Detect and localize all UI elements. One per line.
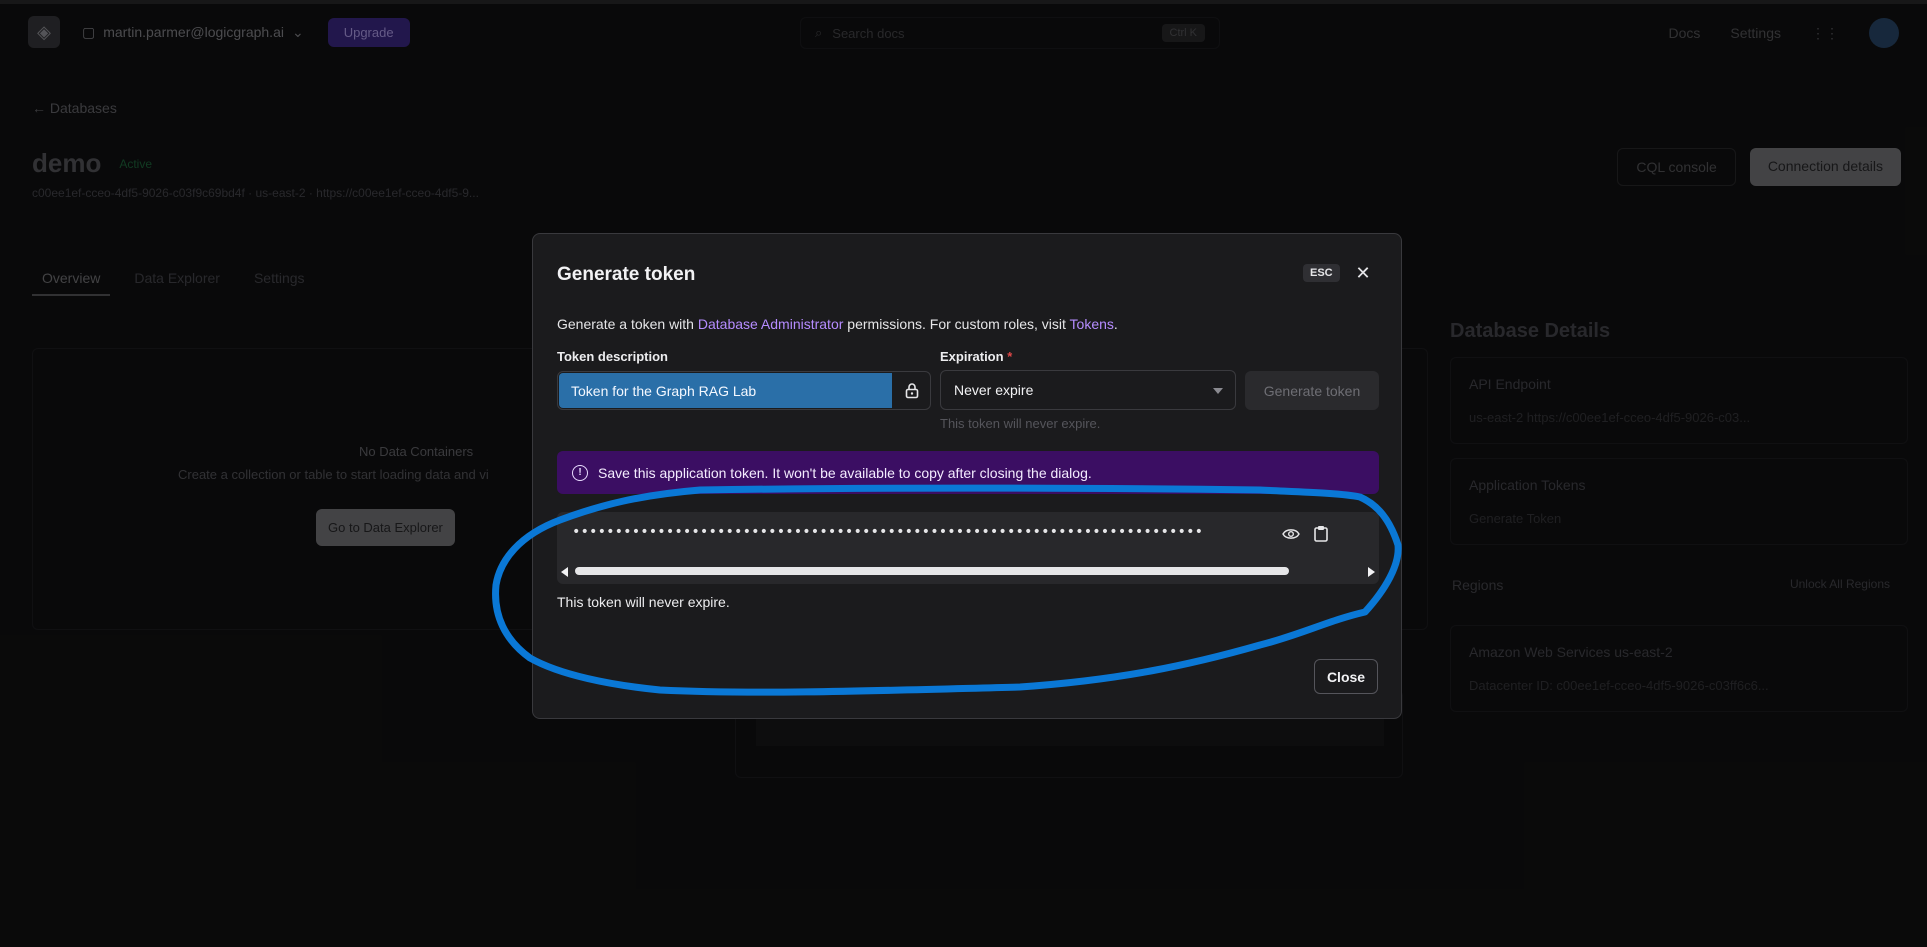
token-display: ••••••••••••••••••••••••••••••••••••••••… [557,512,1379,584]
eye-icon[interactable] [1282,528,1300,540]
scrollbar-thumb[interactable] [575,567,1289,575]
close-button[interactable]: Close [1314,659,1378,694]
token-description-input[interactable]: Token for the Graph RAG Lab [557,371,931,410]
expiration-label-text: Expiration [940,349,1004,364]
database-administrator-link[interactable]: Database Administrator [698,316,844,332]
desc-prefix: Generate a token with [557,316,698,332]
token-description-value[interactable]: Token for the Graph RAG Lab [559,373,892,408]
required-marker: * [1007,349,1013,364]
scroll-left-icon[interactable] [561,567,568,577]
token-value-masked[interactable]: ••••••••••••••••••••••••••••••••••••••••… [572,522,1202,542]
info-icon: ! [572,464,588,481]
desc-middle: permissions. For custom roles, visit [843,316,1070,332]
chevron-down-icon [1213,388,1223,394]
save-token-banner: ! Save this application token. It won't … [557,451,1379,494]
generate-token-dialog: Generate token ESC ✕ Generate a token wi… [532,233,1402,719]
close-icon[interactable]: ✕ [1351,261,1375,285]
tokens-link[interactable]: Tokens [1070,316,1114,332]
dialog-description: Generate a token with Database Administr… [557,316,1118,332]
banner-text: Save this application token. It won't be… [598,464,1092,481]
token-description-label: Token description [557,349,668,364]
clipboard-icon[interactable] [1314,525,1328,542]
dialog-title: Generate token [557,264,696,285]
esc-hint: ESC [1303,264,1340,282]
expiration-value: Never expire [954,382,1034,398]
token-scrollbar[interactable] [557,564,1379,578]
lock-icon[interactable] [904,382,920,399]
expiration-label: Expiration * [940,349,1012,364]
expiration-help: This token will never expire. [940,416,1101,431]
token-expiry-note: This token will never expire. [557,594,730,610]
generate-token-button[interactable]: Generate token [1245,371,1379,410]
scroll-right-icon[interactable] [1368,567,1375,577]
expiration-select[interactable]: Never expire [940,370,1236,410]
desc-suffix: . [1113,316,1118,332]
